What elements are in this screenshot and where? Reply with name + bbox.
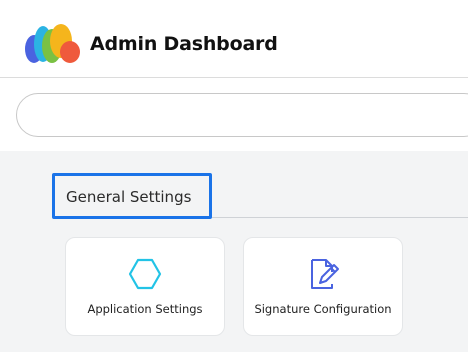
tab-general-settings[interactable]: General Settings bbox=[52, 173, 212, 219]
search-input[interactable] bbox=[16, 93, 468, 137]
edit-document-icon bbox=[311, 259, 339, 289]
app-logo-icon bbox=[25, 24, 80, 63]
card-label: Signature Configuration bbox=[254, 302, 392, 316]
card-label: Application Settings bbox=[87, 302, 203, 316]
search-bar bbox=[0, 79, 468, 151]
signature-configuration-card[interactable]: Signature Configuration bbox=[243, 237, 403, 336]
section-title: General Settings bbox=[66, 188, 192, 206]
main-content: General Settings Application Settings Si… bbox=[0, 151, 468, 352]
hexagon-icon bbox=[128, 258, 162, 290]
application-settings-card[interactable]: Application Settings bbox=[65, 237, 225, 336]
app-title: Admin Dashboard bbox=[90, 33, 278, 55]
app-header: Admin Dashboard bbox=[0, 0, 468, 78]
section-divider bbox=[212, 217, 468, 218]
